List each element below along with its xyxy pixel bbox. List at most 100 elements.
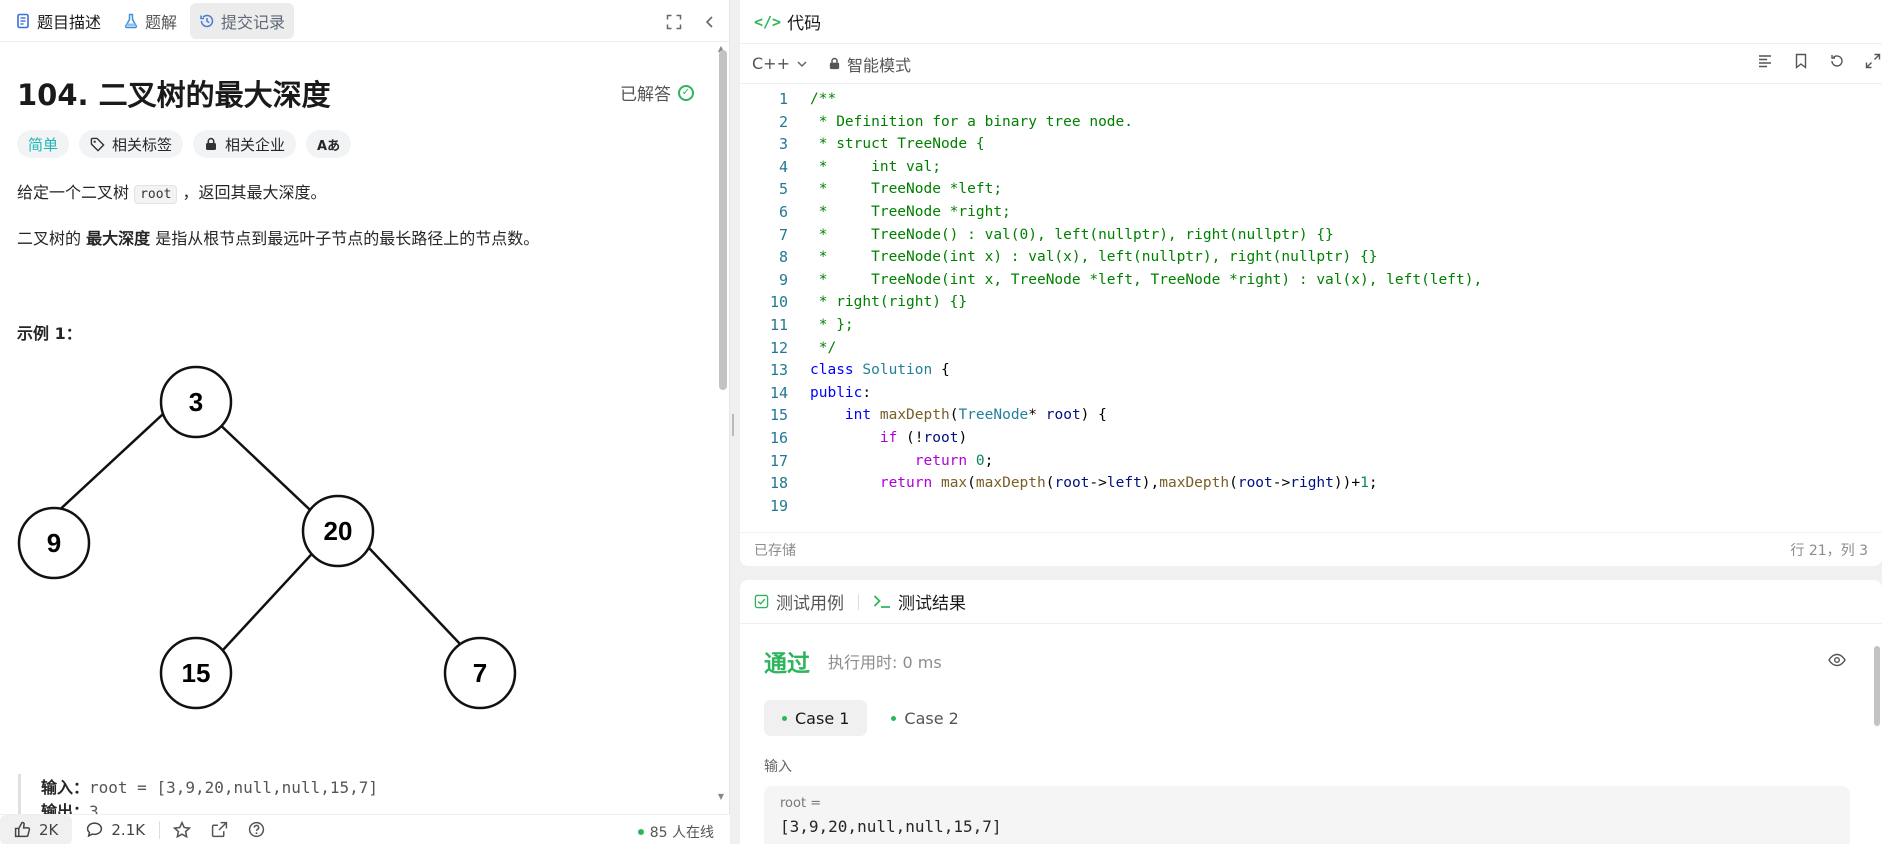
- code-line-text: public:: [810, 384, 872, 401]
- editor-toolbar-icons: [1756, 52, 1882, 70]
- language-select[interactable]: C++: [752, 54, 808, 73]
- checkbox-icon: [754, 594, 769, 609]
- example-input-label: 输入：: [41, 778, 90, 797]
- related-companies-button[interactable]: 相关企业: [193, 130, 297, 158]
- comment-count: 2.1K: [111, 820, 146, 839]
- expand-icon[interactable]: [1864, 52, 1882, 70]
- code-editor[interactable]: 1/** 2 * Definition for a binary tree no…: [740, 88, 1882, 518]
- case-label: Case 1: [795, 708, 850, 728]
- like-count: 2K: [39, 820, 59, 839]
- code-line: 14 public:: [740, 382, 1882, 405]
- example-io-block: 输入：root = [3,9,20,null,null,15,7] 输出：3: [18, 774, 378, 814]
- code-line: 12 */: [740, 337, 1882, 360]
- tree-node-9: 9: [17, 506, 91, 580]
- help-icon[interactable]: [234, 821, 278, 838]
- desc1-post: ，返回其最大深度。: [177, 183, 327, 202]
- input-section-label: 输入: [764, 759, 792, 775]
- example-output-value: 3: [89, 802, 99, 814]
- flask-icon: [124, 13, 138, 28]
- code-line-text: * Definition for a binary tree node.: [810, 113, 1134, 130]
- history-icon: [200, 14, 214, 27]
- tab-description[interactable]: 题目描述: [6, 3, 110, 39]
- fullscreen-icon[interactable]: [664, 12, 684, 32]
- like-button[interactable]: 2K: [0, 814, 73, 844]
- runtime: 执行用时: 0 ms: [828, 653, 942, 672]
- terminal-icon: [873, 595, 890, 608]
- tab-divider: [858, 593, 859, 610]
- code-panel: </> 代码 C++ 智能模式 1/** 2 * Definition for …: [740, 0, 1882, 566]
- code-line-text: * TreeNode(int x, TreeNode *left, TreeNo…: [810, 271, 1483, 288]
- code-line: 13 class Solution {: [740, 359, 1882, 382]
- result-panel: 测试用例 测试结果 通过 执行用时: 0 ms Case 1 Case 2 输入…: [740, 580, 1882, 844]
- smart-mode-toggle[interactable]: 智能模式: [828, 52, 911, 76]
- problem-tabs: 题目描述 题解 提交记录: [0, 0, 729, 42]
- share-icon[interactable]: [204, 821, 234, 838]
- tab-testcase[interactable]: 测试用例: [754, 589, 844, 614]
- code-line-text: * TreeNode *right;: [810, 204, 1011, 220]
- comment-icon: [87, 822, 103, 838]
- desc2-pre: 二叉树的: [17, 229, 87, 248]
- star-icon[interactable]: [160, 820, 204, 839]
- code-line-text: if (!root): [879, 430, 968, 446]
- tab-test-result[interactable]: 测试结果: [873, 589, 966, 614]
- lock-icon: [829, 57, 840, 70]
- font-size-button[interactable]: Aあ: [306, 130, 352, 158]
- thumbs-up-icon: [14, 821, 31, 838]
- tab-solutions[interactable]: 题解: [114, 3, 186, 39]
- eye-icon[interactable]: [1828, 652, 1846, 671]
- example-output-line: 输出：3: [41, 798, 378, 814]
- input-var-value: [3,9,20,null,null,15,7]: [780, 817, 1002, 836]
- bookmark-icon[interactable]: [1792, 52, 1810, 70]
- code-line-text: /**: [810, 91, 837, 107]
- tree-node-label: 20: [324, 516, 353, 546]
- tree-node-15: 15: [159, 636, 233, 710]
- code-line: 18 return max(maxDepth(root->left),maxDe…: [740, 472, 1882, 495]
- result-tabs: 测试用例 测试结果: [740, 580, 1882, 624]
- collapse-icon[interactable]: [700, 12, 720, 32]
- result-scrollbar[interactable]: [1874, 646, 1880, 726]
- case-tab-1[interactable]: Case 1: [764, 700, 868, 736]
- example-title: 示例 1：: [17, 324, 82, 343]
- tab-solutions-label: 题解: [145, 12, 178, 32]
- check-circle-icon: ✓: [678, 84, 694, 101]
- desc1-pre: 给定一个二叉树: [17, 183, 135, 202]
- leetcode-workspace: 题目描述 题解 提交记录 ▲ ▼ 104. 二叉树的最大深度 已解答 ✓ 简单: [0, 0, 1882, 844]
- code-line: 10 * right(right) {}: [740, 291, 1882, 314]
- problem-scrollbar[interactable]: [719, 50, 727, 390]
- code-line: 8 * TreeNode(int x) : val(x), left(nullp…: [740, 246, 1882, 269]
- tree-node-label: 7: [473, 658, 487, 688]
- example-input-line: 输入：root = [3,9,20,null,null,15,7]: [41, 774, 378, 798]
- solved-status: 已解答 ✓: [620, 80, 694, 105]
- code-line: 11 * };: [740, 314, 1882, 337]
- result-status: 通过: [764, 651, 810, 677]
- tag-icon: [90, 137, 105, 152]
- code-line: 6 * TreeNode *right;: [740, 201, 1882, 224]
- scroll-down-arrow-icon[interactable]: ▼: [718, 792, 724, 801]
- tree-node-7: 7: [443, 636, 517, 710]
- format-icon[interactable]: [1756, 52, 1774, 70]
- code-line: 5 * TreeNode *left;: [740, 178, 1882, 201]
- case-label: Case 2: [904, 708, 959, 728]
- code-panel-title: 代码: [787, 14, 822, 34]
- comments-button[interactable]: 2.1K: [72, 815, 159, 844]
- problem-panel: 题目描述 题解 提交记录 ▲ ▼ 104. 二叉树的最大深度 已解答 ✓ 简单: [0, 0, 730, 844]
- language-label: C++: [752, 54, 790, 73]
- code-line-text: class Solution {: [810, 362, 950, 379]
- problem-title[interactable]: 104. 二叉树的最大深度: [17, 72, 331, 114]
- lock-icon: [206, 137, 217, 150]
- description-line-2: 二叉树的 最大深度 是指从根节点到最远叶子节点的最长路径上的节点数。: [17, 226, 539, 252]
- tab-submissions[interactable]: 提交记录: [190, 2, 295, 39]
- code-line: 3 * struct TreeNode {: [740, 133, 1882, 156]
- code-line: 7 * TreeNode() : val(0), left(nullptr), …: [740, 224, 1882, 247]
- related-tags-button[interactable]: 相关标签: [79, 130, 184, 158]
- input-value-box: root = [3,9,20,null,null,15,7]: [764, 786, 1850, 844]
- reset-icon[interactable]: [1828, 52, 1846, 70]
- case-tab-2[interactable]: Case 2: [873, 700, 976, 736]
- editor-toolbar: C++ 智能模式: [740, 44, 1882, 84]
- tab-submissions-label: 提交记录: [221, 12, 286, 32]
- related-tags-label: 相关标签: [112, 135, 173, 154]
- panel-resize-handle[interactable]: [731, 410, 735, 440]
- problem-footer: 2K 2.1K 85 人在线: [0, 814, 730, 844]
- code-line-text: int maxDepth(TreeNode* root) {: [844, 407, 1107, 424]
